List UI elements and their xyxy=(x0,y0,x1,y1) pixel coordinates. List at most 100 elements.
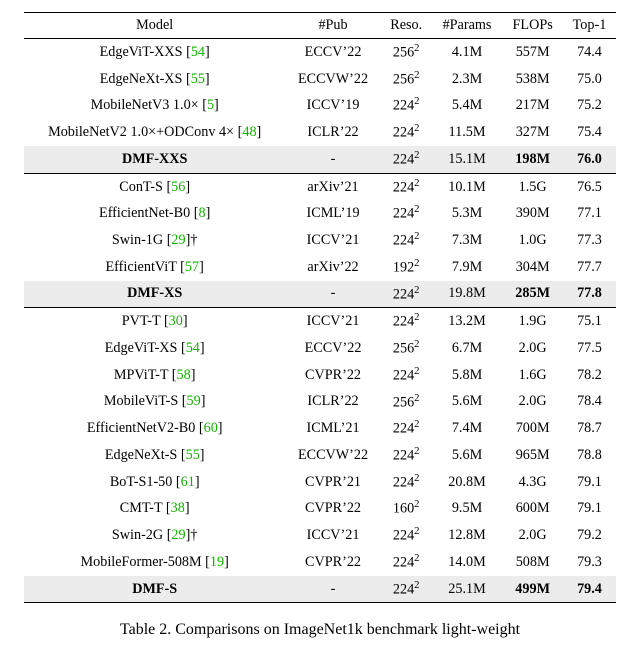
cell-params: 7.4M xyxy=(432,415,503,442)
cell-reso: 2242 xyxy=(381,227,432,254)
cell-pub: CVPR’22 xyxy=(285,362,380,389)
cite-link[interactable]: 19 xyxy=(210,554,224,570)
cell-model: EdgeViT-XS [54] xyxy=(24,335,285,362)
cite-link[interactable]: 29 xyxy=(171,527,185,543)
th-top1: Top-1 xyxy=(563,13,616,39)
cell-flops: 508M xyxy=(502,549,563,576)
cell-model: PVT-T [30] xyxy=(24,308,285,335)
cell-top1: 77.3 xyxy=(563,227,616,254)
cell-reso: 2242 xyxy=(381,362,432,389)
cell-model: CMT-T [38] xyxy=(24,495,285,522)
cell-params: 12.8M xyxy=(432,522,503,549)
cell-params: 20.8M xyxy=(432,469,503,496)
cell-params: 7.3M xyxy=(432,227,503,254)
cell-flops: 2.0G xyxy=(502,522,563,549)
table-row-highlight: DMF-S-224225.1M499M79.4 xyxy=(24,576,616,603)
cell-reso: 2242 xyxy=(381,442,432,469)
table-row: PVT-T [30]ICCV’21224213.2M1.9G75.1 xyxy=(24,308,616,335)
table-row: ConT-S [56]arXiv’21224210.1M1.5G76.5 xyxy=(24,173,616,200)
cell-model: DMF-XS xyxy=(24,281,285,308)
cell-pub: ICLR’22 xyxy=(285,119,380,146)
cell-pub: ICCV’19 xyxy=(285,92,380,119)
cite-link[interactable]: 29 xyxy=(171,232,185,248)
table-header-row: Model #Pub Reso. #Params FLOPs Top-1 xyxy=(24,13,616,39)
cell-params: 10.1M xyxy=(432,173,503,200)
cell-flops: 198M xyxy=(502,146,563,173)
cell-params: 5.6M xyxy=(432,389,503,416)
cell-reso: 2242 xyxy=(381,308,432,335)
table-row: MPViT-T [58]CVPR’2222425.8M1.6G78.2 xyxy=(24,362,616,389)
table-row: MobileNetV2 1.0×+ODConv 4× [48]ICLR’2222… xyxy=(24,119,616,146)
cell-model: EfficientNet-B0 [8] xyxy=(24,200,285,227)
cell-top1: 77.8 xyxy=(563,281,616,308)
cite-link[interactable]: 59 xyxy=(187,393,201,409)
cell-flops: 285M xyxy=(502,281,563,308)
cell-model: MobileFormer-508M [19] xyxy=(24,549,285,576)
cell-top1: 77.5 xyxy=(563,335,616,362)
cell-pub: - xyxy=(285,576,380,603)
cell-flops: 1.9G xyxy=(502,308,563,335)
cell-flops: 390M xyxy=(502,200,563,227)
cell-top1: 79.2 xyxy=(563,522,616,549)
table-row: EfficientViT [57]arXiv’2219227.9M304M77.… xyxy=(24,254,616,281)
cell-pub: arXiv’22 xyxy=(285,254,380,281)
cell-pub: ICCV’21 xyxy=(285,227,380,254)
cell-params: 11.5M xyxy=(432,119,503,146)
cell-model: EfficientNetV2-B0 [60] xyxy=(24,415,285,442)
cell-reso: 2242 xyxy=(381,146,432,173)
cell-model: MobileViT-S [59] xyxy=(24,389,285,416)
cell-flops: 1.6G xyxy=(502,362,563,389)
cell-params: 5.3M xyxy=(432,200,503,227)
cell-params: 5.6M xyxy=(432,442,503,469)
cell-top1: 77.7 xyxy=(563,254,616,281)
cell-reso: 2242 xyxy=(381,119,432,146)
cite-link[interactable]: 56 xyxy=(171,179,185,195)
cite-link[interactable]: 54 xyxy=(186,340,200,356)
cell-top1: 75.1 xyxy=(563,308,616,335)
cell-params: 7.9M xyxy=(432,254,503,281)
cell-top1: 79.1 xyxy=(563,469,616,496)
cite-link[interactable]: 55 xyxy=(186,447,200,463)
cell-flops: 1.5G xyxy=(502,173,563,200)
cell-top1: 75.2 xyxy=(563,92,616,119)
cell-model: MobileNetV2 1.0×+ODConv 4× [48] xyxy=(24,119,285,146)
cite-link[interactable]: 57 xyxy=(185,259,199,275)
cite-link[interactable]: 8 xyxy=(198,205,205,221)
cell-pub: arXiv’21 xyxy=(285,173,380,200)
cite-link[interactable]: 5 xyxy=(207,97,214,113)
cell-flops: 2.0G xyxy=(502,389,563,416)
cite-link[interactable]: 61 xyxy=(181,474,195,490)
cell-params: 9.5M xyxy=(432,495,503,522)
cite-link[interactable]: 48 xyxy=(242,124,256,140)
cell-params: 15.1M xyxy=(432,146,503,173)
cell-pub: ICML’19 xyxy=(285,200,380,227)
cell-params: 5.8M xyxy=(432,362,503,389)
cell-reso: 2242 xyxy=(381,415,432,442)
cell-params: 13.2M xyxy=(432,308,503,335)
cell-reso: 2562 xyxy=(381,335,432,362)
cell-reso: 2242 xyxy=(381,469,432,496)
cell-top1: 78.2 xyxy=(563,362,616,389)
th-flops: FLOPs xyxy=(502,13,563,39)
table-row: EdgeViT-XS [54]ECCV’2225626.7M2.0G77.5 xyxy=(24,335,616,362)
table-row: MobileFormer-508M [19]CVPR’22224214.0M50… xyxy=(24,549,616,576)
table-body: EdgeViT-XXS [54]ECCV’2225624.1M557M74.4E… xyxy=(24,39,616,603)
cell-pub: - xyxy=(285,281,380,308)
cell-flops: 557M xyxy=(502,39,563,66)
cell-params: 19.8M xyxy=(432,281,503,308)
cell-params: 6.7M xyxy=(432,335,503,362)
table-row: EdgeNeXt-XS [55]ECCVW’2225622.3M538M75.0 xyxy=(24,66,616,93)
cite-link[interactable]: 30 xyxy=(169,313,183,329)
cell-flops: 700M xyxy=(502,415,563,442)
cite-link[interactable]: 54 xyxy=(191,44,205,60)
table-row: MobileViT-S [59]ICLR’2225625.6M2.0G78.4 xyxy=(24,389,616,416)
cell-top1: 78.8 xyxy=(563,442,616,469)
cite-link[interactable]: 38 xyxy=(171,500,185,516)
th-params: #Params xyxy=(432,13,503,39)
cite-link[interactable]: 55 xyxy=(191,71,205,87)
cell-reso: 2562 xyxy=(381,66,432,93)
cite-link[interactable]: 60 xyxy=(204,420,218,436)
cell-reso: 1602 xyxy=(381,495,432,522)
cite-link[interactable]: 58 xyxy=(177,367,191,383)
cell-pub: ECCV’22 xyxy=(285,335,380,362)
